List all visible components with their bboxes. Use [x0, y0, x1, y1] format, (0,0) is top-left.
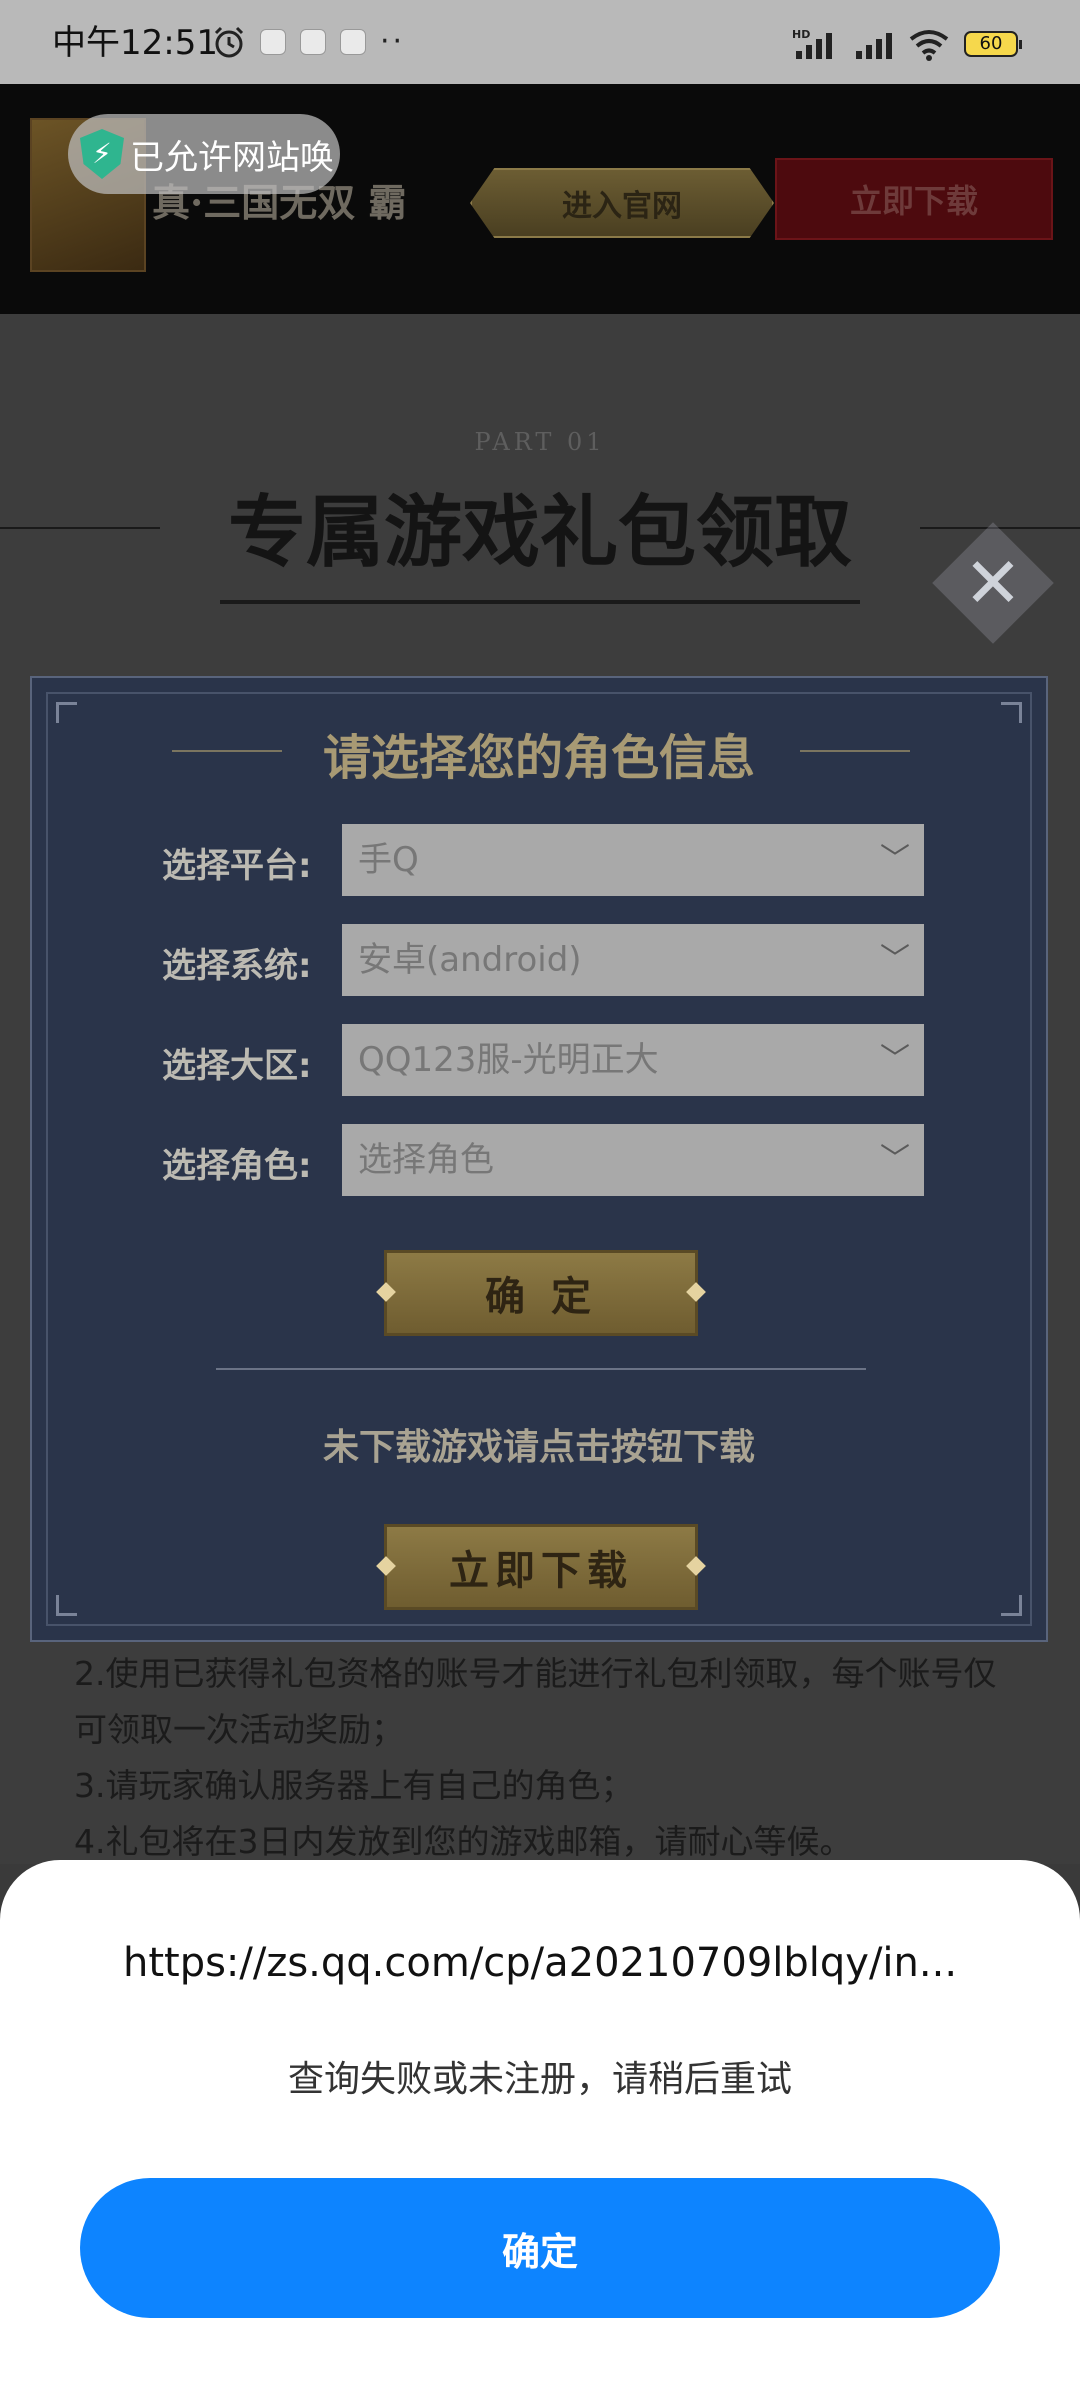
chevron-down-icon: ﹀ — [880, 1042, 910, 1077]
system-select[interactable]: 安卓(android) ﹀ — [342, 924, 924, 996]
permission-toast: ⚡ 已允许网站唤 — [68, 114, 340, 194]
system-value: 安卓(android) — [358, 940, 582, 980]
system-row: 选择系统: 安卓(android) ﹀ — [32, 924, 1046, 996]
confirm-role-button[interactable]: 确 定 — [384, 1250, 698, 1336]
close-icon: ✕ — [963, 542, 1023, 624]
battery-icon: 60 — [964, 31, 1022, 57]
notification-icons: ·· — [212, 22, 405, 62]
modal-title-line-right — [800, 750, 910, 752]
download-now-top-button[interactable]: 立即下载 — [775, 158, 1053, 240]
system-icons: HD 60 — [792, 24, 1022, 64]
platform-row: 选择平台: 手Q ﹀ — [32, 824, 1046, 896]
official-site-button[interactable]: 进入官网 — [470, 168, 774, 238]
app-notification-icon — [340, 29, 366, 55]
role-label: 选择角色: — [162, 1146, 312, 1186]
note-item: 2.使用已获得礼包资格的账号才能进行礼包利领取，每个账号仅可领取一次活动奖励； — [74, 1654, 997, 1749]
section-title: 专属游戏礼包领取 — [227, 487, 852, 578]
role-row: 选择角色: 选择角色 ﹀ — [32, 1124, 1046, 1196]
wifi-icon — [909, 30, 949, 61]
status-bar: 中午12:51 ·· HD 60 — [0, 0, 1080, 84]
app-notification-icon — [300, 29, 326, 55]
alert-dialog: https://zs.qq.com/cp/a20210709lblqy/in..… — [0, 1860, 1080, 2400]
dialog-confirm-button[interactable]: 确定 — [80, 2178, 1000, 2318]
svg-text:HD: HD — [792, 28, 810, 41]
dialog-url: https://zs.qq.com/cp/a20210709lblqy/in..… — [122, 1940, 958, 1986]
modal-divider — [216, 1368, 866, 1370]
alarm-icon — [214, 26, 244, 58]
region-label: 选择大区: — [162, 1046, 312, 1086]
region-value: QQ123服-光明正大 — [358, 1040, 659, 1080]
signal-icon — [856, 33, 892, 59]
download-hint: 未下载游戏请点击按钮下载 — [322, 1427, 755, 1468]
permission-toast-text: 已允许网站唤 — [130, 137, 334, 178]
system-label: 选择系统: — [162, 946, 312, 986]
role-value: 选择角色 — [358, 1140, 494, 1180]
region-row: 选择大区: QQ123服-光明正大 ﹀ — [32, 1024, 1046, 1096]
platform-select[interactable]: 手Q ﹀ — [342, 824, 924, 896]
part-label: PART 01 — [474, 428, 606, 456]
shield-bolt-icon: ⚡ — [80, 129, 124, 179]
app-notification-icon — [260, 29, 286, 55]
region-select[interactable]: QQ123服-光明正大 ﹀ — [342, 1024, 924, 1096]
signal-hd-icon: HD — [792, 28, 832, 59]
status-time: 中午12:51 — [52, 23, 218, 63]
more-notifications-icon: ·· — [380, 24, 406, 59]
note-item: 3.请玩家确认服务器上有自己的角色； — [74, 1766, 634, 1805]
platform-value: 手Q — [358, 840, 419, 880]
chevron-down-icon: ﹀ — [880, 842, 910, 877]
role-select[interactable]: 选择角色 ﹀ — [342, 1124, 924, 1196]
title-underline — [220, 600, 860, 604]
chevron-down-icon: ﹀ — [880, 942, 910, 977]
corner-ornament — [56, 1595, 77, 1616]
corner-ornament — [1001, 1595, 1022, 1616]
close-modal-button[interactable]: ✕ — [932, 522, 1054, 644]
download-now-button[interactable]: 立即下载 — [384, 1524, 698, 1610]
chevron-down-icon: ﹀ — [880, 1142, 910, 1177]
modal-title: 请选择您的角色信息 — [322, 730, 755, 786]
platform-label: 选择平台: — [162, 846, 312, 886]
activity-notes: 2.使用已获得礼包资格的账号才能进行礼包利领取，每个账号仅可领取一次活动奖励； … — [74, 1646, 1024, 1870]
dialog-message: 查询失败或未注册，请稍后重试 — [287, 2059, 792, 2100]
role-selection-modal: 请选择您的角色信息 选择平台: 手Q ﹀ 选择系统: 安卓(android) ﹀… — [30, 676, 1048, 1642]
